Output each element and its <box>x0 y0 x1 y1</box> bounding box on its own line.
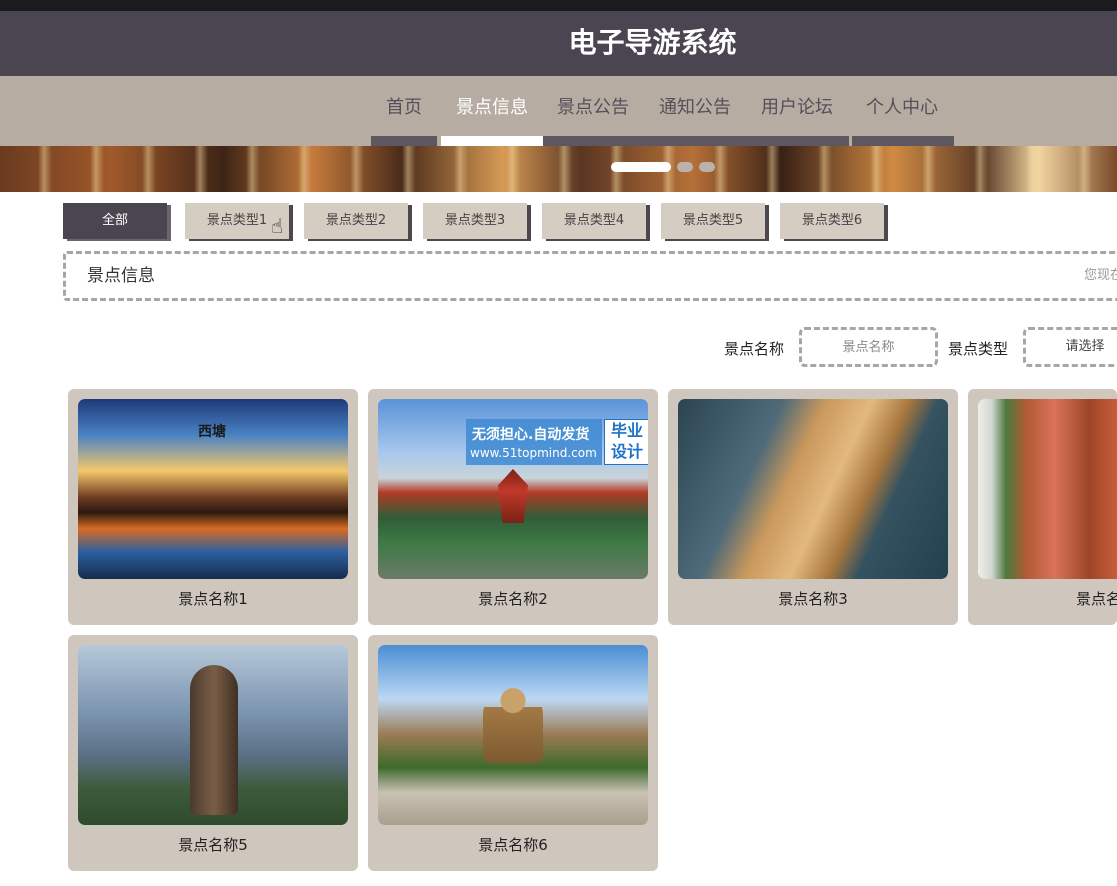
site-header: 电子导游系统 <box>0 11 1117 76</box>
watermark-line2: www.51topmind.com <box>470 446 597 460</box>
category-tab-type6[interactable]: 景点类型6 <box>780 203 884 239</box>
attraction-name: 景点名称5 <box>178 836 248 854</box>
nav-item-user-center[interactable]: 个人中心 <box>866 94 938 122</box>
section-title: 景点信息 <box>87 266 155 286</box>
nav-item-forum[interactable]: 用户论坛 <box>761 94 833 122</box>
attraction-card-6[interactable]: 景点名称6 <box>368 635 658 871</box>
nav-indicator-attractions <box>441 136 543 146</box>
watermark-badge: 毕业设计 <box>604 419 648 465</box>
carousel-dot-2[interactable] <box>677 162 693 172</box>
attraction-name: 景点名称6 <box>478 836 548 854</box>
nav-indicator-user-center <box>852 136 954 146</box>
category-tab-all[interactable]: 全部 <box>63 203 167 239</box>
category-tab-type4[interactable]: 景点类型4 <box>542 203 646 239</box>
nav-indicator-home <box>371 136 437 146</box>
banner-image <box>0 146 1117 192</box>
top-strip <box>0 0 1117 11</box>
name-search-input[interactable] <box>799 327 938 367</box>
carousel-dot-1[interactable] <box>611 162 671 172</box>
category-tab-type5[interactable]: 景点类型5 <box>661 203 765 239</box>
attraction-name: 景点名称2 <box>478 590 548 608</box>
attraction-image-5 <box>78 645 348 825</box>
attraction-card-2[interactable]: 无须担心.自动发货 www.51topmind.com 毕业设计 景点名称2 <box>368 389 658 625</box>
buddha-statue-shape <box>483 685 543 763</box>
carousel-dot-3[interactable] <box>699 162 715 172</box>
attraction-image-2: 无须担心.自动发货 www.51topmind.com 毕业设计 <box>378 399 648 579</box>
attraction-image-1: 西塘 <box>78 399 348 579</box>
image-sign-text: 西塘 <box>198 424 226 440</box>
name-filter-label: 景点名称 <box>724 340 785 358</box>
attraction-image-4 <box>978 399 1117 579</box>
attraction-name: 景点名称4 <box>1076 590 1117 608</box>
nav-item-attractions[interactable]: 景点信息 <box>456 94 528 122</box>
nav-item-announcements[interactable]: 通知公告 <box>659 94 731 122</box>
watermark-text-box: 无须担心.自动发货 www.51topmind.com <box>466 419 602 465</box>
category-tab-type3[interactable]: 景点类型3 <box>423 203 527 239</box>
attraction-name: 景点名称3 <box>778 590 848 608</box>
attraction-image-3 <box>678 399 948 579</box>
pagoda-shape <box>498 469 528 523</box>
section-header: 景点信息 您现在的位置 <box>63 251 1117 301</box>
nav-indicator-rest <box>543 136 849 146</box>
attraction-image-6 <box>378 645 648 825</box>
main-nav: 首页 景点信息 景点公告 通知公告 用户论坛 个人中心 <box>0 76 1117 146</box>
nav-item-attraction-notices[interactable]: 景点公告 <box>557 94 629 122</box>
banner-carousel[interactable] <box>0 146 1117 192</box>
attraction-card-4[interactable]: 景点名称4 <box>968 389 1117 625</box>
attraction-card-1[interactable]: 西塘 景点名称1 <box>68 389 358 625</box>
nav-item-home[interactable]: 首页 <box>386 94 422 122</box>
category-tab-type2[interactable]: 景点类型2 <box>304 203 408 239</box>
site-title: 电子导游系统 <box>568 26 737 59</box>
attraction-card-3[interactable]: 景点名称3 <box>668 389 958 625</box>
rock-pillar-shape <box>190 665 238 815</box>
type-filter-label: 景点类型 <box>948 340 1009 358</box>
attraction-card-5[interactable]: 景点名称5 <box>68 635 358 871</box>
watermark-line1: 无须担心.自动发货 <box>472 427 590 443</box>
type-select[interactable]: 请选择 <box>1023 327 1117 367</box>
attraction-name: 景点名称1 <box>178 590 248 608</box>
breadcrumb: 您现在的位置 <box>1084 268 1117 283</box>
watermark: 无须担心.自动发货 www.51topmind.com 毕业设计 <box>466 419 648 465</box>
